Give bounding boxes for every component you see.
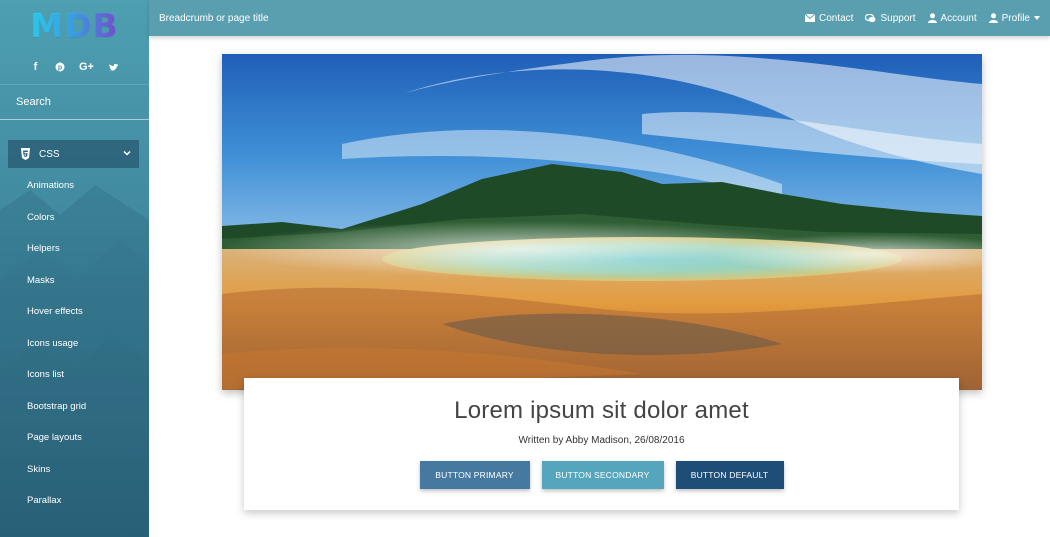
css3-icon [21, 148, 30, 160]
pinterest-icon[interactable]: p [55, 61, 65, 73]
user-icon [927, 13, 937, 23]
card-title: Lorem ipsum sit dolor amet [454, 397, 749, 424]
button-default[interactable]: BUTTON DEFAULT [675, 461, 784, 489]
sidebar-item-icons-list[interactable]: Icons list [0, 359, 149, 391]
envelope-icon [805, 14, 815, 22]
card-buttons: BUTTON PRIMARY BUTTON SECONDARY BUTTON D… [244, 461, 959, 489]
caret-down-icon [1034, 16, 1040, 20]
nav-account[interactable]: Account [927, 12, 977, 24]
breadcrumb: Breadcrumb or page title [159, 12, 269, 24]
sidebar-item-hover-effects[interactable]: Hover effects [0, 296, 149, 328]
sidebar-item-skins[interactable]: Skins [0, 454, 149, 486]
sidebar-search [0, 84, 149, 120]
hot-spring-landscape-image [222, 54, 982, 390]
sidebar-item-bootstrap-grid[interactable]: Bootstrap grid [0, 391, 149, 423]
sidebar: MDB f p G+ CSS Animations Colors Helpers… [0, 0, 149, 537]
user-icon [988, 13, 998, 23]
sidebar-section-label: CSS [39, 148, 60, 160]
logo[interactable]: MDB [0, 0, 149, 50]
nav-profile-dropdown[interactable]: Profile [988, 12, 1040, 24]
nav-support-label: Support [880, 12, 916, 24]
chevron-down-icon [123, 150, 131, 156]
sidebar-item-page-layouts[interactable]: Page layouts [0, 422, 149, 454]
sidebar-item-icons-usage[interactable]: Icons usage [0, 328, 149, 360]
button-primary[interactable]: BUTTON PRIMARY [419, 461, 530, 489]
top-nav-links: Contact Support Account Profile [805, 13, 1040, 24]
logo-text: MDB [30, 5, 119, 45]
top-navbar: Breadcrumb or page title Contact Support… [149, 0, 1050, 36]
hero-image [222, 54, 982, 390]
twitter-icon[interactable] [108, 61, 119, 73]
sidebar-menu: Animations Colors Helpers Masks Hover ef… [0, 170, 149, 517]
svg-text:p: p [57, 65, 61, 72]
article-card: Lorem ipsum sit dolor amet Written by Ab… [244, 378, 959, 510]
comments-icon [865, 13, 876, 22]
sidebar-item-colors[interactable]: Colors [0, 202, 149, 234]
nav-profile-label: Profile [1001, 12, 1030, 24]
nav-contact[interactable]: Contact [805, 13, 853, 24]
nav-account-label: Account [940, 12, 977, 24]
sidebar-item-animations[interactable]: Animations [0, 170, 149, 202]
google-plus-icon[interactable]: G+ [79, 61, 95, 73]
sidebar-section-css[interactable]: CSS [8, 140, 139, 168]
social-links: f p G+ [0, 50, 149, 84]
card-byline: Written by Abby Madison, 26/08/2016 [518, 435, 685, 446]
sidebar-item-masks[interactable]: Masks [0, 265, 149, 297]
facebook-icon[interactable]: f [31, 61, 41, 73]
sidebar-item-parallax[interactable]: Parallax [0, 485, 149, 517]
search-input[interactable] [16, 96, 136, 108]
button-secondary[interactable]: BUTTON SECONDARY [541, 461, 664, 489]
sidebar-item-helpers[interactable]: Helpers [0, 233, 149, 265]
nav-contact-label: Contact [819, 12, 854, 24]
nav-support[interactable]: Support [865, 12, 916, 24]
